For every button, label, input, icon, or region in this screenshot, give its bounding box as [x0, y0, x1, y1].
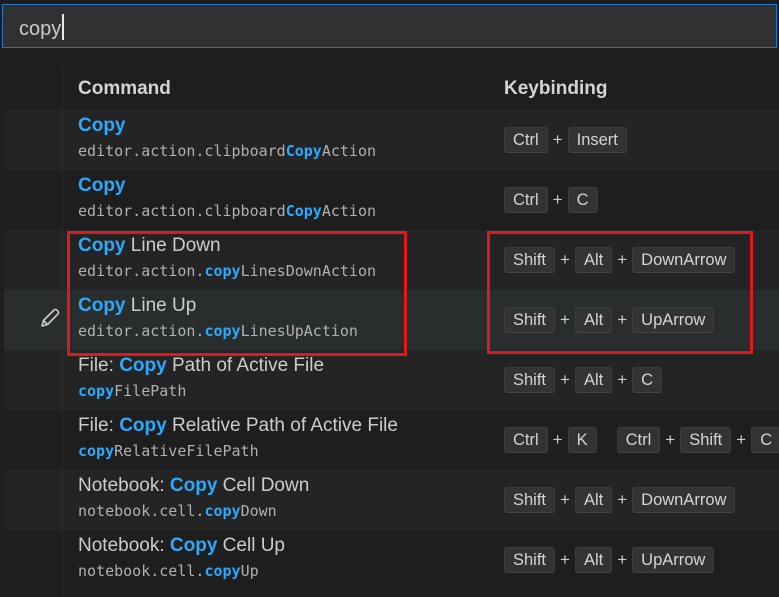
- keycap: Ctrl: [504, 427, 548, 453]
- keycap: Alt: [574, 247, 613, 273]
- keycap: Alt: [574, 487, 613, 513]
- command-id: editor.action.clipboardCopyAction: [78, 202, 377, 220]
- table-row[interactable]: Notebook: Copy Cell Down notebook.cell.co…: [4, 470, 779, 530]
- table-row[interactable]: Copy Line Up editor.action.copyLinesUpAct…: [4, 290, 779, 350]
- keycap: C: [751, 427, 779, 453]
- keycap: Ctrl: [504, 127, 548, 153]
- table-row[interactable]: File: Copy Relative Path of Active File c…: [4, 410, 779, 470]
- command-id: notebook.cell.copyUp: [78, 562, 259, 580]
- command-cell: Notebook: Copy Cell Up notebook.cell.copy…: [78, 534, 498, 584]
- command-title: Notebook: Copy Cell Down: [78, 475, 310, 496]
- keycap: Alt: [574, 547, 613, 573]
- keybinding-cell[interactable]: Ctrl + C: [504, 187, 598, 213]
- command-id: editor.action.copyLinesUpAction: [78, 322, 358, 340]
- command-cell: Copy editor.action.clipboardCopyAction: [78, 174, 498, 224]
- text-caret: [62, 14, 64, 40]
- key-separator: +: [560, 310, 570, 329]
- keybinding-cell[interactable]: Shift + Alt + UpArrow: [504, 547, 715, 573]
- key-separator: +: [617, 550, 628, 569]
- command-id: copyRelativeFilePath: [78, 442, 259, 460]
- keycap: UpArrow: [632, 547, 715, 573]
- command-id: notebook.cell.copyDown: [78, 502, 277, 520]
- search-input-value: copy: [19, 14, 64, 41]
- key-separator: +: [560, 490, 570, 509]
- column-header-command[interactable]: Command: [78, 78, 171, 100]
- key-separator: +: [560, 550, 570, 569]
- keycap: UpArrow: [632, 307, 715, 333]
- pencil-icon[interactable]: [38, 306, 62, 330]
- keycap: Shift: [504, 547, 556, 573]
- keycap: K: [567, 427, 597, 453]
- keycap: Shift: [504, 247, 556, 273]
- command-title: Copy Line Down: [78, 235, 221, 256]
- command-cell: Notebook: Copy Cell Down notebook.cell.co…: [78, 474, 498, 524]
- command-cell: File: Copy Relative Path of Active File c…: [78, 414, 498, 464]
- keycap: C: [632, 367, 663, 393]
- key-separator: +: [552, 190, 563, 209]
- keycap: Shift: [504, 367, 556, 393]
- keycap: Shift: [680, 427, 732, 453]
- column-header-keybinding[interactable]: Keybinding: [504, 78, 607, 100]
- command-title: Copy Line Up: [78, 295, 197, 316]
- key-separator: +: [560, 370, 570, 389]
- keybindings-search-input[interactable]: copy: [2, 4, 777, 48]
- key-separator: +: [560, 250, 570, 269]
- command-cell: Copy editor.action.clipboardCopyAction: [78, 114, 498, 164]
- keycap: Alt: [574, 367, 613, 393]
- table-row[interactable]: Copy editor.action.clipboardCopyAction Ctr…: [4, 110, 779, 170]
- command-cell: Copy Line Up editor.action.copyLinesUpAct…: [78, 294, 498, 344]
- keybinding-cell[interactable]: Shift + Alt + DownArrow: [504, 487, 736, 513]
- key-separator: +: [617, 490, 628, 509]
- command-id: editor.action.clipboardCopyAction: [78, 142, 377, 160]
- table-header: Command Keybinding: [4, 66, 779, 111]
- keycap: DownArrow: [632, 247, 736, 273]
- keycap: Shift: [504, 307, 556, 333]
- command-cell: File: Copy Path of Active File copyFilePa…: [78, 354, 498, 404]
- command-cell: Copy Line Down editor.action.copyLinesDow…: [78, 234, 498, 284]
- command-title: Notebook: Copy Cell Up: [78, 535, 285, 556]
- keycap: C: [567, 187, 598, 213]
- table-row[interactable]: Copy Line Down editor.action.copyLinesDow…: [4, 230, 779, 290]
- command-id: copyFilePath: [78, 382, 187, 400]
- key-separator: +: [736, 430, 747, 449]
- key-separator: +: [665, 430, 676, 449]
- command-title: Copy: [78, 115, 126, 136]
- keybindings-table: Command Keybinding Copy editor.action.cli…: [4, 66, 779, 597]
- keycap: Alt: [574, 307, 613, 333]
- keybinding-cell[interactable]: Shift + Alt + C: [504, 367, 663, 393]
- keycap: Ctrl: [504, 187, 548, 213]
- table-row[interactable]: File: Copy Path of Active File copyFilePa…: [4, 350, 779, 410]
- key-separator: +: [617, 370, 628, 389]
- keycap: DownArrow: [632, 487, 736, 513]
- command-id: editor.action.copyLinesDownAction: [78, 262, 377, 280]
- key-separator: +: [552, 430, 563, 449]
- keybinding-cell[interactable]: Shift + Alt + DownArrow: [504, 247, 736, 273]
- key-separator: +: [617, 310, 628, 329]
- column-divider: [62, 66, 63, 597]
- keycap: Shift: [504, 487, 556, 513]
- keycap: Insert: [567, 127, 627, 153]
- keybinding-cell[interactable]: Ctrl + Insert: [504, 127, 627, 153]
- command-title: File: Copy Relative Path of Active File: [78, 415, 398, 436]
- keybinding-cell[interactable]: Ctrl + K Ctrl + Shift + C: [504, 427, 779, 453]
- key-separator: +: [617, 250, 628, 269]
- table-row[interactable]: Copy editor.action.clipboardCopyAction Ctr…: [4, 170, 779, 230]
- key-separator: +: [552, 130, 563, 149]
- keycap: Ctrl: [616, 427, 661, 453]
- keybinding-cell[interactable]: Shift + Alt + UpArrow: [504, 307, 715, 333]
- command-title: File: Copy Path of Active File: [78, 355, 325, 376]
- table-row[interactable]: Notebook: Copy Cell Up notebook.cell.copy…: [4, 530, 779, 590]
- command-title: Copy: [78, 175, 126, 196]
